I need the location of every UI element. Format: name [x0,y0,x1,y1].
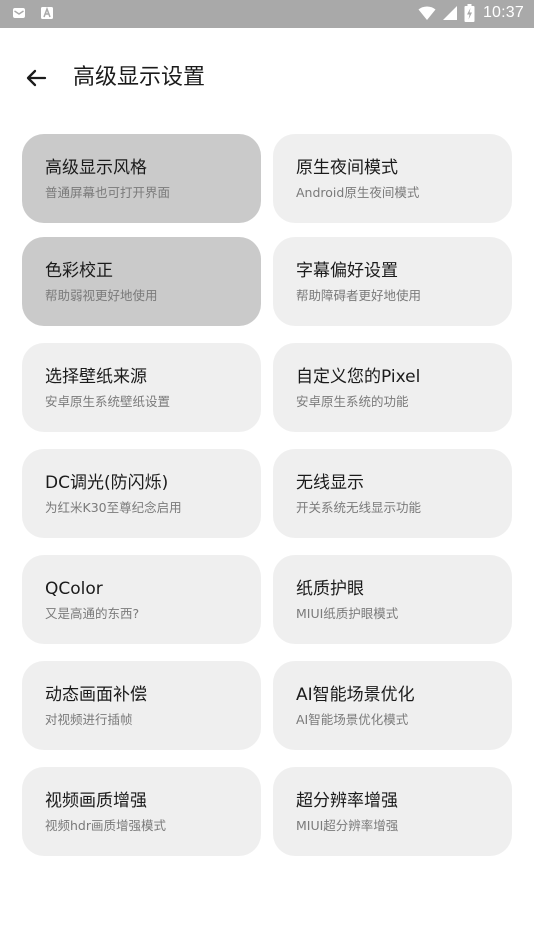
battery-charging-icon [464,4,475,22]
card-title: 视频画质增强 [45,791,147,811]
card-subtitle: 视频hdr画质增强模式 [45,818,166,833]
wifi-icon [418,6,436,20]
card-title: 动态画面补偿 [45,685,147,705]
card-dc-dimming[interactable]: DC调光(防闪烁) 为红米K30至尊纪念启用 [22,449,261,538]
card-title: 高级显示风格 [45,158,147,178]
card-title: 纸质护眼 [296,579,364,599]
card-subtitle: 安卓原生系统的功能 [296,394,409,409]
card-subtitle: 安卓原生系统壁纸设置 [45,394,171,409]
card-subtitle: 为红米K30至尊纪念启用 [45,500,182,515]
status-time: 10:37 [482,4,524,21]
card-subtitle: 帮助障碍者更好地使用 [296,288,422,303]
card-color-correction[interactable]: 色彩校正 帮助弱视更好地使用 [22,237,261,326]
a-notification-icon [41,6,53,19]
card-subtitle: 开关系统无线显示功能 [296,500,422,515]
card-subtitle: AI智能场景优化模式 [296,712,409,727]
card-title: 色彩校正 [45,261,113,281]
card-title: 超分辨率增强 [296,791,398,811]
card-subtitle: 又是高通的东西? [45,606,140,621]
card-caption-preferences[interactable]: 字幕偏好设置 帮助障碍者更好地使用 [273,237,512,326]
system-status-icons: 10:37 [418,4,524,22]
card-title: DC调光(防闪烁) [45,473,169,493]
card-title: QColor [45,579,103,599]
card-subtitle: Android原生夜间模式 [296,185,420,200]
card-wireless-display[interactable]: 无线显示 开关系统无线显示功能 [273,449,512,538]
card-subtitle: MIUI纸质护眼模式 [296,606,399,621]
card-title: 选择壁纸来源 [45,367,147,387]
card-video-quality-enhance[interactable]: 视频画质增强 视频hdr画质增强模式 [22,767,261,856]
card-subtitle: 帮助弱视更好地使用 [45,288,158,303]
card-title: AI智能场景优化 [296,685,415,705]
app-header: 高级显示设置 [0,28,534,128]
card-motion-compensation[interactable]: 动态画面补偿 对视频进行插帧 [22,661,261,750]
card-wallpaper-source[interactable]: 选择壁纸来源 安卓原生系统壁纸设置 [22,343,261,432]
card-advanced-display-style[interactable]: 高级显示风格 普通屏幕也可打开界面 [22,134,261,223]
card-title: 字幕偏好设置 [296,261,398,281]
card-title: 无线显示 [296,473,364,493]
card-subtitle: 对视频进行插帧 [45,712,133,727]
card-super-resolution[interactable]: 超分辨率增强 MIUI超分辨率增强 [273,767,512,856]
card-customize-pixel[interactable]: 自定义您的Pixel 安卓原生系统的功能 [273,343,512,432]
status-bar: 10:37 [0,0,534,28]
card-native-night-mode[interactable]: 原生夜间模式 Android原生夜间模式 [273,134,512,223]
card-ai-scene-optimization[interactable]: AI智能场景优化 AI智能场景优化模式 [273,661,512,750]
mail-notification-icon [13,8,25,18]
notification-icons [12,6,54,20]
signal-icon [442,6,457,20]
page-title: 高级显示设置 [73,65,206,90]
back-button[interactable] [20,62,52,94]
card-paper-eye-care[interactable]: 纸质护眼 MIUI纸质护眼模式 [273,555,512,644]
card-title: 原生夜间模式 [296,158,398,178]
arrow-left-icon [26,69,47,87]
card-subtitle: MIUI超分辨率增强 [296,818,399,833]
card-qcolor[interactable]: QColor 又是高通的东西? [22,555,261,644]
card-title: 自定义您的Pixel [296,367,421,387]
card-subtitle: 普通屏幕也可打开界面 [45,185,171,200]
